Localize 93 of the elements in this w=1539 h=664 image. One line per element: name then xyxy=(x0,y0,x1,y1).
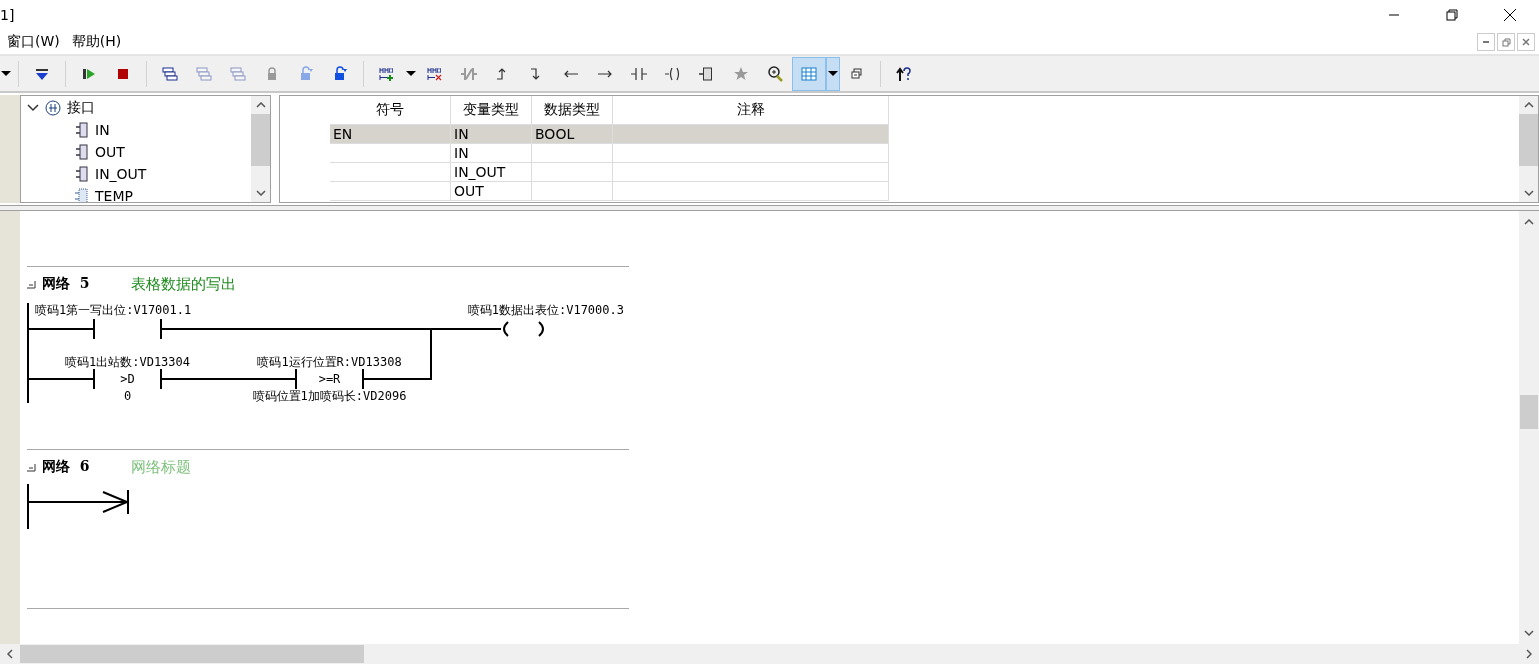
wire xyxy=(27,378,95,380)
scroll-thumb[interactable] xyxy=(20,645,364,663)
contact-symbol xyxy=(295,368,364,390)
collapse-icon[interactable] xyxy=(27,279,36,289)
vertical-scrollbar[interactable] xyxy=(1519,96,1538,202)
table-cell: IN xyxy=(454,145,469,161)
compare-operand: 0 xyxy=(123,389,132,403)
scroll-thumb[interactable] xyxy=(1520,395,1538,429)
stacked-windows-icon xyxy=(230,65,246,82)
restore-icon xyxy=(1501,37,1511,47)
network-label: 网络 5 xyxy=(42,275,90,293)
table-row[interactable]: IN_OUT xyxy=(330,162,889,182)
network-title[interactable]: 表格数据的写出 xyxy=(131,274,236,294)
menu-item[interactable]: 帮助(H) xyxy=(65,33,128,51)
vertical-scrollbar[interactable] xyxy=(251,96,270,202)
caret-icon xyxy=(406,71,416,76)
pin-icon xyxy=(75,166,89,182)
temp-variable-icon xyxy=(75,188,89,202)
tree-item[interactable]: IN xyxy=(95,122,110,138)
close-icon xyxy=(1503,8,1517,22)
contact-icon xyxy=(631,65,647,82)
caret-icon xyxy=(1,71,11,76)
scroll-up-icon[interactable] xyxy=(255,102,266,108)
column-header[interactable]: 数据类型 xyxy=(531,96,613,125)
column-header[interactable]: 注释 xyxy=(612,96,889,125)
window-title: 1] xyxy=(0,7,15,23)
column-header[interactable]: 变量类型 xyxy=(450,96,532,125)
horizontal-scrollbar[interactable] xyxy=(0,644,1539,664)
scroll-up-icon[interactable] xyxy=(1523,102,1534,108)
negated-contact-icon xyxy=(461,65,477,82)
coil-icon xyxy=(665,65,681,82)
interface-icon xyxy=(45,100,61,116)
chevron-down-icon[interactable] xyxy=(27,104,39,112)
minimize-icon xyxy=(1388,14,1400,16)
table-row[interactable]: EN IN BOOL xyxy=(330,124,889,144)
scroll-down-icon[interactable] xyxy=(1523,190,1534,196)
scroll-left-icon[interactable] xyxy=(7,649,13,659)
compare-operand: 喷码位置1加喷码长:VD2096 xyxy=(252,389,407,403)
contact-symbol xyxy=(93,368,162,390)
zoom-icon xyxy=(767,65,783,82)
restore-icon xyxy=(1446,9,1458,21)
stacked-windows-icon xyxy=(196,65,212,82)
close-icon xyxy=(1522,38,1530,46)
scroll-thumb[interactable] xyxy=(1519,114,1538,166)
table-row[interactable]: OUT xyxy=(330,181,889,201)
star-icon xyxy=(733,65,749,82)
pin-icon xyxy=(75,144,89,160)
network-label: 网络 6 xyxy=(42,458,90,476)
scroll-right-icon[interactable] xyxy=(1526,649,1532,659)
coil-symbol xyxy=(503,321,544,337)
contact-label: 喷码1第一写出位:V17001.1 xyxy=(35,303,192,317)
tree-item[interactable]: IN_OUT xyxy=(95,166,147,182)
compare-operator: >=R xyxy=(318,372,341,386)
box-icon xyxy=(699,65,715,82)
splitter-bar[interactable] xyxy=(0,205,1539,211)
table-icon xyxy=(801,65,817,82)
mdi-minimize-button[interactable] xyxy=(1477,33,1495,51)
restore-window-icon xyxy=(849,65,865,82)
mdi-restore-button[interactable] xyxy=(1497,33,1515,51)
unlock-icon xyxy=(298,65,314,82)
table-cell: IN xyxy=(454,126,469,142)
dropdown-button[interactable] xyxy=(826,56,840,91)
table-row[interactable]: IN xyxy=(330,143,889,163)
stacked-windows-icon xyxy=(162,65,178,82)
mdi-close-button[interactable] xyxy=(1517,33,1535,51)
column-header[interactable]: 符号 xyxy=(330,96,451,125)
caret-icon xyxy=(828,71,838,76)
help-icon xyxy=(896,65,912,82)
insert-rung-icon xyxy=(379,65,395,82)
contact-symbol xyxy=(93,318,162,340)
table-cell: IN_OUT xyxy=(454,164,506,180)
wire xyxy=(27,328,95,330)
tree-item[interactable]: OUT xyxy=(95,144,125,160)
tree-item[interactable]: 接口 xyxy=(67,99,95,117)
scroll-down-icon[interactable] xyxy=(1524,630,1534,636)
table-cell: BOOL xyxy=(535,126,575,142)
compare-label: 喷码1出站数:VD13304 xyxy=(65,355,190,369)
minimize-icon xyxy=(1483,41,1489,43)
compare-operator: >D xyxy=(120,372,135,386)
scroll-down-icon[interactable] xyxy=(255,190,266,196)
vertical-scrollbar[interactable] xyxy=(1519,211,1539,644)
scroll-thumb[interactable] xyxy=(251,114,270,166)
scroll-up-icon[interactable] xyxy=(1524,219,1534,225)
coil-label: 喷码1数据出表位:V17000.3 xyxy=(467,303,624,317)
pin-icon xyxy=(75,122,89,138)
tree-item[interactable]: TEMP xyxy=(95,188,133,202)
collapse-icon[interactable] xyxy=(27,462,36,472)
table-cell: EN xyxy=(333,126,353,142)
compare-label: 喷码1运行位置R:VD13308 xyxy=(257,355,402,369)
delete-rung-icon xyxy=(427,65,443,82)
unlock-icon xyxy=(332,65,348,82)
table-cell: OUT xyxy=(454,183,484,199)
menu-item[interactable]: 窗口(W) xyxy=(1,33,66,51)
